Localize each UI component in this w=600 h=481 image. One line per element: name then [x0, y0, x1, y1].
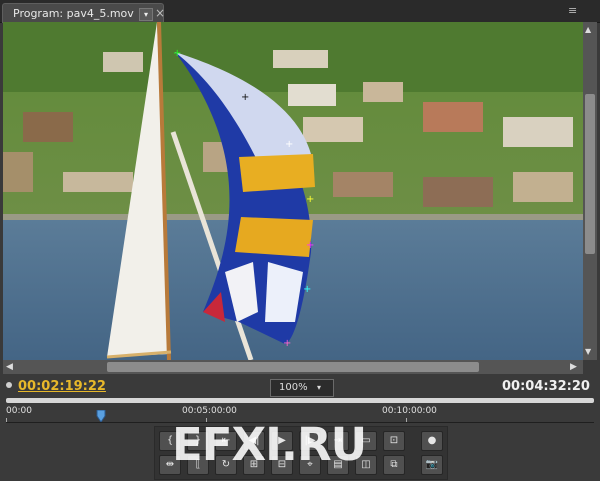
- scroll-left-icon[interactable]: ◀: [6, 362, 13, 372]
- svg-text:+: +: [306, 194, 314, 205]
- watermark: EFXI.RU: [172, 418, 367, 471]
- timeline-zoom-bar[interactable]: [6, 398, 594, 403]
- ruler-tick-label: 00:10:00:00: [382, 406, 437, 416]
- zoom-level-select[interactable]: 100% ▾: [270, 379, 334, 397]
- tab-label: Program: pav4_5.mov: [13, 7, 134, 20]
- video-image: + + + + + + +: [3, 22, 583, 360]
- scroll-up-icon[interactable]: ▲: [585, 25, 591, 34]
- ruler-tick-label: 00:00: [6, 406, 32, 416]
- horizontal-scroll-thumb[interactable]: [107, 362, 479, 372]
- vertical-scroll-thumb[interactable]: [585, 94, 595, 254]
- svg-text:+: +: [306, 240, 314, 251]
- chevron-down-icon[interactable]: ▾: [139, 8, 153, 21]
- output-button[interactable]: ●: [421, 431, 443, 451]
- svg-text:+: +: [285, 139, 293, 150]
- playhead-icon[interactable]: [96, 410, 106, 422]
- ruler-mark: [406, 418, 407, 422]
- multicam-button[interactable]: ⧉: [383, 455, 405, 475]
- playhead-indicator-icon: [6, 382, 12, 388]
- svg-text:+: +: [303, 284, 311, 295]
- chevron-down-icon: ▾: [317, 383, 322, 392]
- scroll-right-icon[interactable]: ▶: [570, 362, 577, 372]
- close-icon[interactable]: ×: [155, 6, 165, 20]
- program-monitor-tab[interactable]: Program: pav4_5.mov ▾ ×: [2, 3, 165, 23]
- svg-text:+: +: [241, 92, 249, 103]
- ruler-mark: [6, 418, 7, 422]
- extract-button[interactable]: ⊡: [383, 431, 405, 451]
- current-timecode[interactable]: 00:02:19:22: [18, 379, 106, 394]
- scroll-down-icon[interactable]: ▼: [585, 347, 591, 356]
- duration-timecode: 00:04:32:20: [502, 379, 590, 394]
- camera-icon[interactable]: 📷: [421, 455, 443, 475]
- panel-menu-icon[interactable]: ≡: [568, 4, 577, 17]
- zoom-level-value: 100%: [279, 382, 308, 393]
- video-frame[interactable]: + + + + + + +: [3, 22, 583, 360]
- ruler-tick-label: 00:05:00:00: [182, 406, 237, 416]
- svg-text:+: +: [173, 48, 181, 59]
- svg-text:+: +: [283, 338, 291, 349]
